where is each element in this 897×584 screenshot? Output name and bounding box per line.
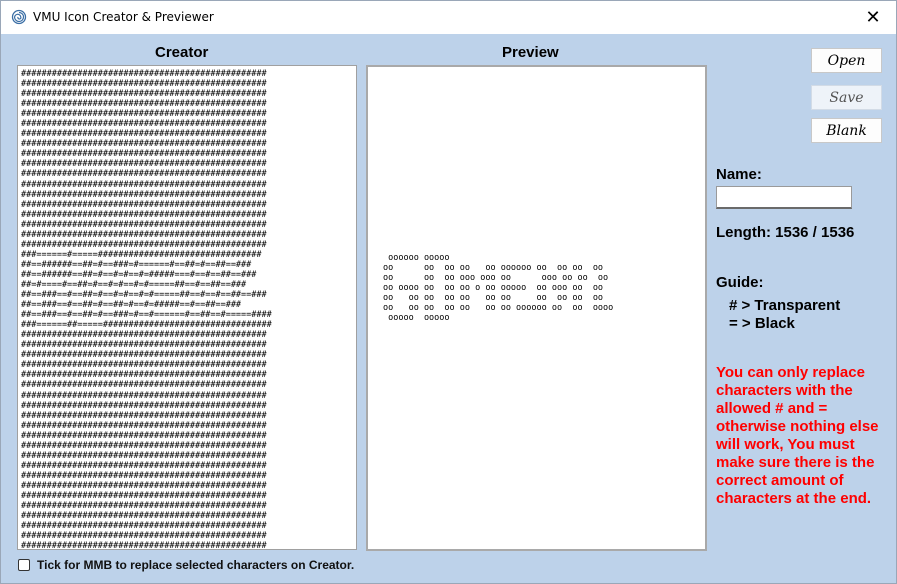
guide-black: = > Black [729, 315, 795, 332]
window-title: VMU Icon Creator & Previewer [33, 10, 214, 24]
mmb-checkbox-label[interactable]: Tick for MMB to replace selected charact… [37, 558, 354, 572]
title-bar: VMU Icon Creator & Previewer ✕ [1, 1, 896, 34]
preview-heading: Preview [502, 44, 559, 61]
close-button[interactable]: ✕ [850, 1, 896, 34]
creator-textarea[interactable]: ########################################… [17, 65, 357, 550]
name-input[interactable] [716, 186, 852, 209]
app-window: VMU Icon Creator & Previewer ✕ Creator P… [0, 0, 897, 584]
guide-transparent: # > Transparent [729, 297, 841, 314]
save-button[interactable]: Save [811, 85, 882, 110]
warning-text: You can only replace characters with the… [716, 364, 879, 507]
preview-panel: oooooo ooooo oo oo oo oo oo oooooo oo oo… [366, 65, 707, 551]
creator-heading: Creator [155, 44, 209, 61]
open-button[interactable]: Open [811, 48, 882, 73]
close-icon[interactable]: ✕ [865, 7, 880, 28]
blank-button[interactable]: Blank [811, 118, 882, 143]
preview-render: oooooo ooooo oo oo oo oo oo oooooo oo oo… [383, 253, 614, 324]
mmb-checkbox[interactable] [18, 559, 30, 571]
guide-heading: Guide: [716, 274, 764, 291]
length-counter: Length: 1536 / 1536 [716, 224, 855, 241]
app-swirl-icon [11, 9, 27, 25]
creator-text[interactable]: ########################################… [21, 69, 356, 549]
name-label: Name: [716, 166, 762, 183]
